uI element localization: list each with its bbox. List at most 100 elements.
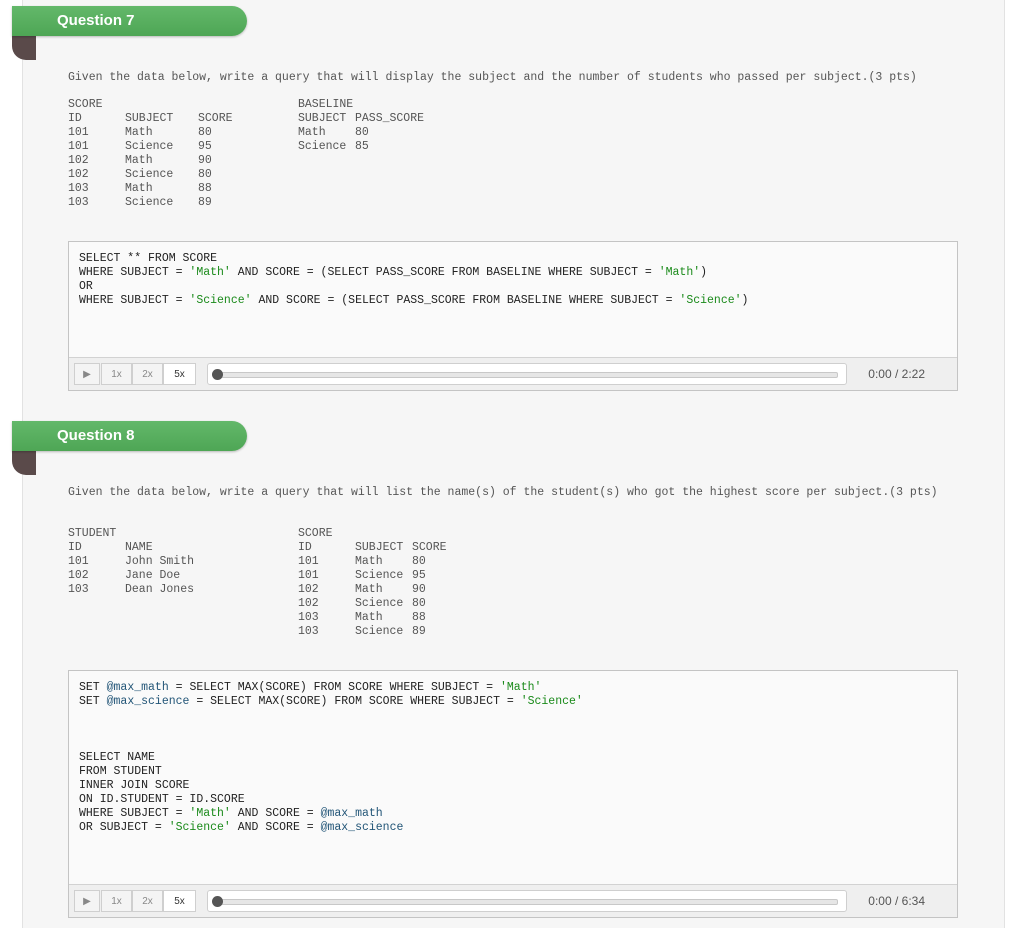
table-cell: Math xyxy=(125,154,153,167)
code-token: = SELECT MAX(SCORE) FROM SCORE WHERE SUB… xyxy=(168,681,500,694)
column-header: ID xyxy=(68,112,82,125)
code-token: ) xyxy=(741,294,749,307)
table-cell: Math xyxy=(125,182,153,195)
code-token: SELECT NAME xyxy=(79,751,155,764)
speed-2x-button[interactable]: 2x xyxy=(132,363,163,385)
code-token: OR xyxy=(79,280,93,293)
progress-handle[interactable] xyxy=(212,896,223,907)
column-header: ID xyxy=(68,541,82,554)
table-row: 101 John Smith xyxy=(68,555,268,569)
table-row: Science 85 xyxy=(298,140,498,154)
progress-slider[interactable] xyxy=(207,363,847,385)
speed-5x-button[interactable]: 5x xyxy=(163,890,196,912)
question-7-baseline-table: BASELINE SUBJECT PASS_SCORE Math 80 Scie… xyxy=(298,98,498,154)
question-7-answer-editor[interactable]: SELECT ** FROM SCORE WHERE SUBJECT = 'Mat… xyxy=(68,241,958,391)
table-cell: John Smith xyxy=(125,555,195,568)
table-cell: 102 xyxy=(68,154,89,167)
column-header: SUBJECT xyxy=(355,541,404,554)
table-cell: 103 xyxy=(68,196,89,209)
table-row: Math 80 xyxy=(298,126,498,140)
table-cell: 95 xyxy=(198,140,212,153)
play-icon: ▶ xyxy=(83,369,91,380)
speed-1x-button[interactable]: 1x xyxy=(101,890,132,912)
progress-handle[interactable] xyxy=(212,369,223,380)
table-row: 103 Math 88 xyxy=(68,182,268,196)
table-cell: 102 xyxy=(68,168,89,181)
table-cell: 102 xyxy=(68,569,89,582)
column-header: SCORE xyxy=(198,112,233,125)
table-row: 102 Science 80 xyxy=(298,597,498,611)
table-cell: 101 xyxy=(68,126,89,139)
speed-2x-button[interactable]: 2x xyxy=(132,890,163,912)
question-8-prompt: Given the data below, write a query that… xyxy=(68,486,938,499)
question-7-section: Question 7 Given the data below, write a… xyxy=(0,0,1011,400)
code-line: INNER JOIN SCORE xyxy=(79,779,947,793)
code-string-literal: 'Science' xyxy=(168,821,231,834)
table-row: 103 Dean Jones xyxy=(68,583,268,597)
progress-track xyxy=(214,372,838,378)
playback-time: 0:00 / 2:22 xyxy=(868,367,925,381)
table-cell: 90 xyxy=(198,154,212,167)
play-button[interactable]: ▶ xyxy=(74,363,100,385)
code-token: WHERE SUBJECT = xyxy=(79,266,190,279)
table-title: BASELINE xyxy=(298,98,354,111)
speed-1x-button[interactable]: 1x xyxy=(101,363,132,385)
table-row: 102 Science 80 xyxy=(68,168,268,182)
table-row: 103 Science 89 xyxy=(298,625,498,639)
progress-slider[interactable] xyxy=(207,890,847,912)
code-area[interactable]: SET @max_math = SELECT MAX(SCORE) FROM S… xyxy=(79,681,947,835)
table-cell: 80 xyxy=(412,555,426,568)
table-cell: Science xyxy=(125,168,174,181)
code-token: AND SCORE = xyxy=(230,807,321,820)
column-header: SCORE xyxy=(412,541,447,554)
table-cell: Science xyxy=(355,597,404,610)
table-cell: 95 xyxy=(412,569,426,582)
column-header: SUBJECT xyxy=(298,112,347,125)
table-cell: 80 xyxy=(412,597,426,610)
table-cell: 88 xyxy=(412,611,426,624)
speed-5x-button[interactable]: 5x xyxy=(163,363,196,385)
code-string-literal: 'Math' xyxy=(189,807,231,820)
code-variable: @max_math xyxy=(106,681,169,694)
table-cell: Math xyxy=(355,583,383,596)
table-cell: Math xyxy=(125,126,153,139)
code-string-literal: 'Science' xyxy=(189,294,252,307)
question-7-score-table: SCORE ID SUBJECT SCORE 101 Math 80 101 S… xyxy=(68,98,268,210)
table-row: 102 Math 90 xyxy=(68,154,268,168)
code-token: WHERE SUBJECT = xyxy=(79,807,190,820)
column-header: NAME xyxy=(125,541,153,554)
question-8-section: Question 8 Given the data below, write a… xyxy=(0,415,1011,928)
table-row: 101 Science 95 xyxy=(68,140,268,154)
table-cell: 89 xyxy=(412,625,426,638)
table-cell: 102 xyxy=(298,583,319,596)
code-line: WHERE SUBJECT = 'Math' AND SCORE = (SELE… xyxy=(79,266,947,280)
question-8-answer-editor[interactable]: SET @max_math = SELECT MAX(SCORE) FROM S… xyxy=(68,670,958,918)
code-line: OR SUBJECT = 'Science' AND SCORE = @max_… xyxy=(79,821,947,835)
table-cell: Science xyxy=(125,196,174,209)
code-line: SELECT NAME xyxy=(79,751,947,765)
code-token: AND SCORE = (SELECT PASS_SCORE FROM BASE… xyxy=(251,294,680,307)
table-cell: 90 xyxy=(412,583,426,596)
table-cell: 80 xyxy=(198,168,212,181)
code-token: AND SCORE = (SELECT PASS_SCORE FROM BASE… xyxy=(230,266,659,279)
table-cell: 80 xyxy=(198,126,212,139)
code-token: FROM STUDENT xyxy=(79,765,162,778)
ribbon-fold-decoration xyxy=(12,451,36,475)
code-token: ) xyxy=(700,266,708,279)
code-variable: @max_math xyxy=(320,807,383,820)
code-token: ON ID.STUDENT = ID.SCORE xyxy=(79,793,245,806)
table-header-row: ID SUBJECT SCORE xyxy=(68,112,268,126)
code-string-literal: 'Math' xyxy=(658,266,701,279)
table-title: SCORE xyxy=(298,527,333,540)
table-cell: Science xyxy=(125,140,174,153)
progress-track xyxy=(214,899,838,905)
replay-player: ▶ 1x 2x 5x 0:00 / 6:34 xyxy=(69,884,957,917)
code-line: ON ID.STUDENT = ID.SCORE xyxy=(79,793,947,807)
play-button[interactable]: ▶ xyxy=(74,890,100,912)
table-cell: 85 xyxy=(355,140,369,153)
table-title-row: SCORE xyxy=(298,527,498,541)
table-title-row: STUDENT xyxy=(68,527,268,541)
code-area[interactable]: SELECT ** FROM SCORE WHERE SUBJECT = 'Mat… xyxy=(79,252,947,308)
